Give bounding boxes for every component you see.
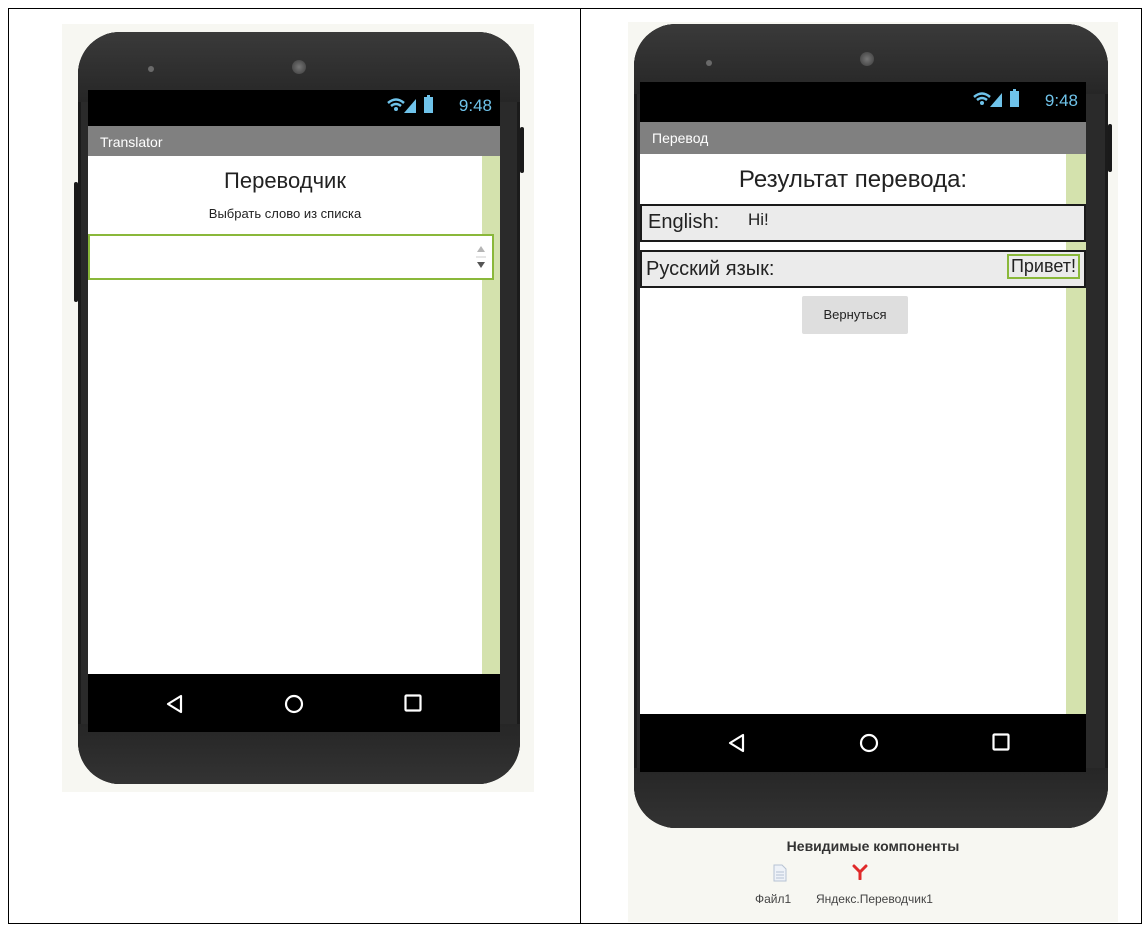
invisible-components-title: Невидимые компоненты [786,838,960,854]
sensor-icon [148,66,154,72]
app-content: Результат перевода: English: Hi! Русский… [640,154,1086,714]
nav-bar [88,674,500,732]
right-phone: 9:48 Перевод Результат перевода: English… [634,24,1112,828]
russian-row: Русский язык: Привет! [640,250,1086,288]
table-divider [580,8,581,924]
title-bar-text: Translator [100,134,163,150]
signal-battery-icon [973,89,1019,107]
right-screen: 9:48 Перевод Результат перевода: English… [640,82,1086,772]
recents-nav-icon[interactable] [992,733,1010,751]
english-value: Hi! [748,210,769,229]
file-component-label: Файл1 [755,892,792,906]
app-heading: Переводчик [224,168,346,193]
status-bar: 9:48 [88,90,500,126]
phone-bottom-bezel [634,768,1108,828]
title-bar-text: Перевод [652,130,709,146]
status-time: 9:48 [458,96,492,115]
title-bar: Перевод [640,122,1086,154]
spinner-arrows-icon[interactable] [476,242,486,272]
recents-nav-icon[interactable] [404,694,422,712]
power-button [1108,124,1112,172]
power-button [520,127,524,173]
home-nav-icon[interactable] [859,733,879,753]
english-label: English: [648,211,720,233]
file-component[interactable] [760,864,800,887]
phone-bottom-bezel [78,724,520,784]
file-icon [773,864,787,882]
app-heading: Результат перевода: [738,166,968,193]
status-time: 9:48 [1044,91,1078,110]
russian-label: Русский язык: [646,258,775,280]
nav-bar [640,714,1086,772]
yandex-component-label: Яндекс.Переводчик1 [816,892,933,906]
camera-icon [860,52,874,66]
yandex-component[interactable] [830,864,890,885]
list-picker[interactable] [88,234,494,280]
back-button[interactable]: Вернуться [802,296,908,334]
status-bar: 9:48 [640,82,1086,122]
volume-button [74,182,78,302]
camera-icon [292,60,306,74]
app-subheading: Выбрать слово из списка [208,206,362,221]
left-phone: 9:48 Translator Переводчик Выбрать слово… [74,32,524,784]
signal-battery-icon [387,95,433,113]
sensor-icon [706,60,712,66]
back-nav-icon[interactable] [728,733,746,753]
left-screen: 9:48 Translator Переводчик Выбрать слово… [88,90,500,732]
title-bar: Translator [88,126,500,156]
russian-value: Привет! [1006,254,1080,279]
app-content: Переводчик Выбрать слово из списка [88,156,500,674]
yandex-icon [852,864,868,881]
home-nav-icon[interactable] [284,694,304,714]
english-row: English: Hi! [640,204,1086,242]
back-nav-icon[interactable] [166,694,184,714]
